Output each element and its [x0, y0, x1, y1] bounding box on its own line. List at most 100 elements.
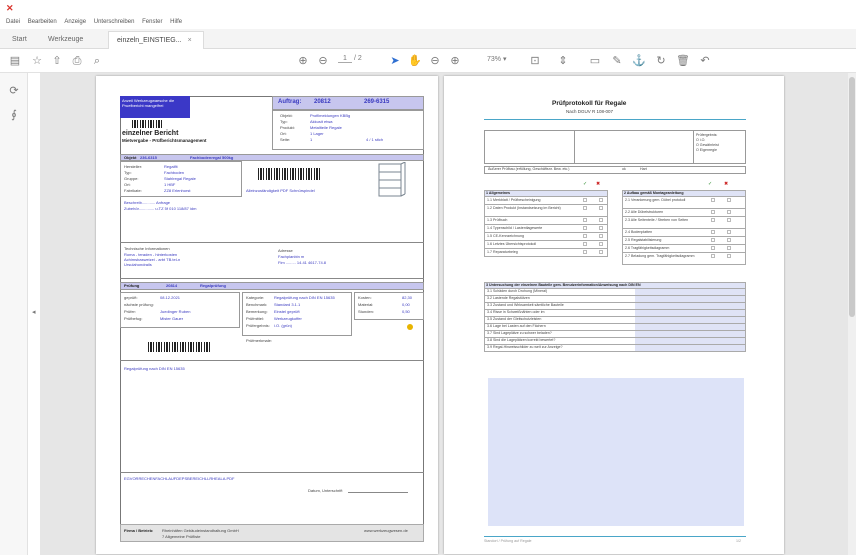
- collapse-panel-icon[interactable]: ◂: [32, 308, 36, 316]
- tab-tools[interactable]: Werkzeuge: [40, 31, 91, 49]
- checklist-row: 1.1 Merkblatt / Prüfbescheinigung: [484, 197, 608, 205]
- not-ok-checkbox[interactable]: [599, 250, 603, 254]
- checklist-label: 1.5 CE-Kennzeichnung: [487, 234, 524, 238]
- tab-start[interactable]: Start: [4, 31, 35, 49]
- ok-checkbox[interactable]: [583, 206, 587, 210]
- result-field[interactable]: [635, 345, 745, 351]
- menu-edit[interactable]: Bearbeiten: [28, 16, 57, 29]
- protocol-title: Prüfprotokoll für Regale: [552, 100, 627, 107]
- checklist-label: 1.3 Prüfbuch: [487, 218, 508, 222]
- tab-document[interactable]: einzeln_EINSTIEG... ×: [108, 31, 204, 49]
- ok-checkbox[interactable]: [711, 254, 715, 258]
- ok-checkbox[interactable]: [711, 238, 715, 242]
- menu-window[interactable]: Fenster: [142, 16, 162, 29]
- save-icon[interactable]: ▤: [8, 54, 22, 68]
- notes-area[interactable]: [488, 378, 744, 526]
- ok-checkbox[interactable]: [711, 230, 715, 234]
- checklist-row: 3.7 Sind Lageplätze zu schwer beladen?: [484, 331, 746, 338]
- fit-page-icon[interactable]: ⊡: [528, 54, 542, 68]
- pen-icon[interactable]: ✎: [610, 54, 624, 68]
- ok-checkbox[interactable]: [711, 210, 715, 214]
- zoom-out-icon[interactable]: ⊖: [428, 54, 442, 68]
- not-ok-checkbox[interactable]: [599, 198, 603, 202]
- scrollbar[interactable]: [848, 73, 856, 555]
- ok-checkbox[interactable]: [583, 218, 587, 222]
- checklist-row: 1.6 Letztes Übersichtsprotokoll: [484, 241, 608, 249]
- print-icon[interactable]: ⎙: [70, 54, 84, 68]
- ok-column-icon-right: ✓: [708, 181, 713, 187]
- checklist-label: 3.1 Schäden durch Drohung (Mineral): [487, 289, 548, 293]
- page-up-icon[interactable]: ⊕: [296, 54, 310, 68]
- tab-close-icon[interactable]: ×: [188, 37, 192, 44]
- bookmark-star-icon[interactable]: ☆: [30, 54, 44, 68]
- checklist-label: 2.5 Regalstabilisierung: [625, 238, 662, 242]
- menu-file[interactable]: Datei: [6, 16, 20, 29]
- scrollbar-thumb[interactable]: [849, 77, 855, 317]
- pruefung-remarks: Regalprüfung nach DIN EN 15635: [124, 366, 185, 371]
- checklist-row: 3.5 Zustand der Gleitschutzleisten: [484, 317, 746, 324]
- menu-help[interactable]: Hilfe: [170, 16, 182, 29]
- checklist-label: 2.4 Bodenplatten: [625, 230, 653, 234]
- not-ok-checkbox[interactable]: [727, 218, 731, 222]
- checklist-row: 1.2 Daten Produkt (Instandsetzung im Ber…: [484, 205, 608, 217]
- checklist-label: 3.6 Lage bei Lasten auf den Fächern: [487, 324, 546, 328]
- ok-checkbox[interactable]: [711, 246, 715, 250]
- header-barcode: [132, 120, 164, 128]
- result-field[interactable]: [635, 338, 745, 344]
- scroll-mode-icon[interactable]: ⇕: [556, 54, 570, 68]
- result-field[interactable]: [635, 303, 745, 309]
- result-field[interactable]: [635, 289, 745, 295]
- zoom-in-icon[interactable]: ⊕: [448, 54, 462, 68]
- menu-sign[interactable]: Unterschreiben: [94, 16, 135, 29]
- not-ok-checkbox[interactable]: [727, 230, 731, 234]
- checklist-row: 2.4 Bodenplatten: [622, 229, 746, 237]
- not-ok-checkbox[interactable]: [599, 242, 603, 246]
- checklist-label: 2.1 Verankerung gem. Dübel protokoll: [625, 198, 686, 202]
- ok-checkbox[interactable]: [583, 234, 587, 238]
- ok-checkbox[interactable]: [583, 242, 587, 246]
- ok-checkbox[interactable]: [711, 198, 715, 202]
- ok-checkbox[interactable]: [711, 218, 715, 222]
- result-field[interactable]: [635, 310, 745, 316]
- protocol-subtitle: Nach DGUV R 108-007: [566, 109, 614, 114]
- not-ok-checkbox[interactable]: [727, 254, 731, 258]
- ok-column-icon: ✓: [583, 181, 588, 187]
- ok-checkbox[interactable]: [583, 198, 587, 202]
- not-ok-checkbox[interactable]: [599, 206, 603, 210]
- not-ok-checkbox[interactable]: [727, 210, 731, 214]
- result-field[interactable]: [635, 296, 745, 302]
- document-link[interactable]: EGVORRECHENFACHLAUFDEPSBEREICHLLRHEALA.P…: [124, 476, 234, 481]
- hand-tool-icon[interactable]: ✋: [408, 54, 422, 68]
- attachment-icon[interactable]: ⟳: [8, 85, 20, 97]
- result-field[interactable]: [635, 324, 745, 330]
- page-total: / 2: [353, 55, 362, 62]
- select-cursor-icon[interactable]: ➤: [388, 54, 402, 68]
- not-ok-checkbox[interactable]: [599, 234, 603, 238]
- sign-icon[interactable]: ⚓: [632, 54, 646, 68]
- ok-checkbox[interactable]: [583, 226, 587, 230]
- not-ok-checkbox[interactable]: [727, 198, 731, 202]
- link-icon[interactable]: ∮: [8, 109, 20, 121]
- zoom-select[interactable]: 73% ▾: [487, 55, 506, 63]
- object-note: Alleinzuständigkeit PDF Schnürspindel: [246, 188, 315, 193]
- object-section-header: [120, 154, 424, 161]
- not-ok-checkbox[interactable]: [727, 238, 731, 242]
- page-down-icon[interactable]: ⊖: [316, 54, 330, 68]
- upload-icon[interactable]: ⇧: [50, 54, 64, 68]
- checklist-label: 1.2 Daten Produkt (Instandsetzung im Ber…: [487, 206, 561, 210]
- not-ok-checkbox[interactable]: [599, 226, 603, 230]
- status-indicator-icon: [407, 324, 413, 330]
- rotate-icon[interactable]: ↻: [654, 54, 668, 68]
- comment-icon[interactable]: ▭: [588, 54, 602, 68]
- delete-icon[interactable]: 🗑: [676, 54, 690, 68]
- page-number-input[interactable]: 1: [338, 55, 352, 63]
- checklist-label: 2.3 Alle Seitenteile / Streben von Seite…: [625, 218, 689, 222]
- ok-checkbox[interactable]: [583, 250, 587, 254]
- search-icon[interactable]: ⌕: [90, 54, 104, 68]
- not-ok-checkbox[interactable]: [599, 218, 603, 222]
- undo-icon[interactable]: ↶: [698, 54, 712, 68]
- menu-view[interactable]: Anzeige: [64, 16, 86, 29]
- result-field[interactable]: [635, 317, 745, 323]
- result-field[interactable]: [635, 331, 745, 337]
- not-ok-checkbox[interactable]: [727, 246, 731, 250]
